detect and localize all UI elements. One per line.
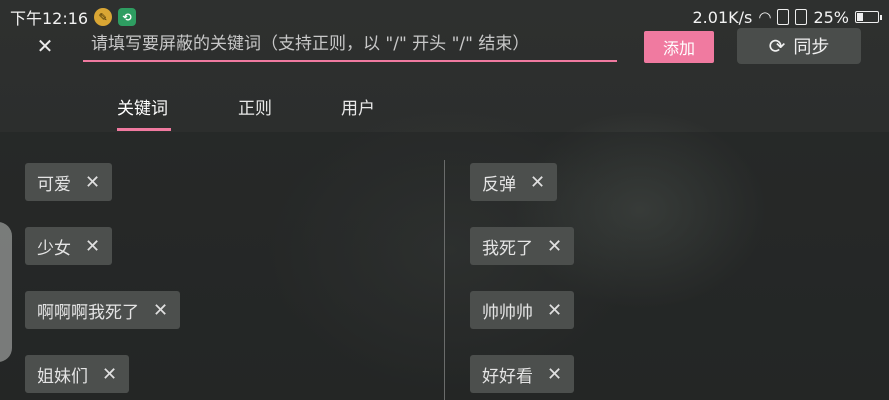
battery-level bbox=[857, 13, 863, 21]
keyword-text: 反弹 bbox=[482, 174, 516, 195]
sim-icon bbox=[777, 9, 790, 25]
keyword-text: 好好看 bbox=[482, 366, 533, 387]
keyword-text: 可爱 bbox=[37, 174, 71, 195]
keyword-text: 我死了 bbox=[482, 238, 533, 259]
sync-button[interactable]: ⟳ 同步 bbox=[737, 28, 861, 64]
status-time: 下午12:16 bbox=[10, 9, 89, 28]
keyword-input-wrapper bbox=[83, 30, 617, 62]
remove-icon[interactable]: ✕ bbox=[85, 172, 100, 193]
column-divider bbox=[444, 160, 445, 400]
tab-regex[interactable]: 正则 bbox=[238, 94, 272, 119]
active-tab-indicator bbox=[117, 128, 171, 131]
remove-icon[interactable]: ✕ bbox=[547, 300, 562, 321]
keyword-chip: 啊啊啊我死了 ✕ bbox=[25, 291, 181, 329]
add-button[interactable]: 添加 bbox=[644, 31, 714, 63]
tab-bar: 关键词 正则 用户 bbox=[0, 84, 889, 132]
status-right: 2.01K/s ◠ 25% bbox=[692, 7, 882, 27]
sim-icon bbox=[795, 9, 808, 25]
sync-label: 同步 bbox=[793, 37, 830, 58]
keyword-chip: 姐妹们 ✕ bbox=[25, 355, 130, 393]
drawer-handle[interactable] bbox=[0, 222, 12, 362]
keyword-text: 少女 bbox=[37, 238, 71, 259]
keyword-chip: 少女 ✕ bbox=[25, 227, 113, 265]
network-speed: 2.01K/s bbox=[692, 7, 753, 27]
keyword-text: 姐妹们 bbox=[37, 366, 88, 387]
notification-app-icon: ⟲ bbox=[118, 8, 137, 26]
keyword-chip: 帅帅帅 ✕ bbox=[470, 291, 575, 329]
battery-percent: 25% bbox=[813, 7, 849, 27]
status-left: 下午12:16 ✎ ⟲ bbox=[10, 5, 137, 29]
remove-icon[interactable]: ✕ bbox=[153, 300, 168, 321]
notification-app-icon: ✎ bbox=[94, 8, 113, 26]
keyword-text: 啊啊啊我死了 bbox=[37, 302, 139, 323]
keyword-input[interactable] bbox=[83, 30, 617, 58]
wifi-icon: ◠ bbox=[758, 8, 772, 26]
tab-users[interactable]: 用户 bbox=[341, 94, 375, 119]
battery-icon bbox=[855, 11, 882, 23]
refresh-icon: ⟳ bbox=[768, 34, 786, 58]
remove-icon[interactable]: ✕ bbox=[530, 172, 545, 193]
remove-icon[interactable]: ✕ bbox=[85, 236, 100, 257]
remove-icon[interactable]: ✕ bbox=[102, 364, 117, 385]
keyword-text: 帅帅帅 bbox=[482, 302, 533, 323]
tab-keywords[interactable]: 关键词 bbox=[117, 94, 168, 119]
keyword-chip: 好好看 ✕ bbox=[470, 355, 575, 393]
keyword-chip: 可爱 ✕ bbox=[25, 163, 113, 201]
keyword-chip: 反弹 ✕ bbox=[470, 163, 558, 201]
close-icon[interactable]: ✕ bbox=[34, 34, 56, 58]
remove-icon[interactable]: ✕ bbox=[547, 236, 562, 257]
keyword-chip: 我死了 ✕ bbox=[470, 227, 575, 265]
remove-icon[interactable]: ✕ bbox=[547, 364, 562, 385]
